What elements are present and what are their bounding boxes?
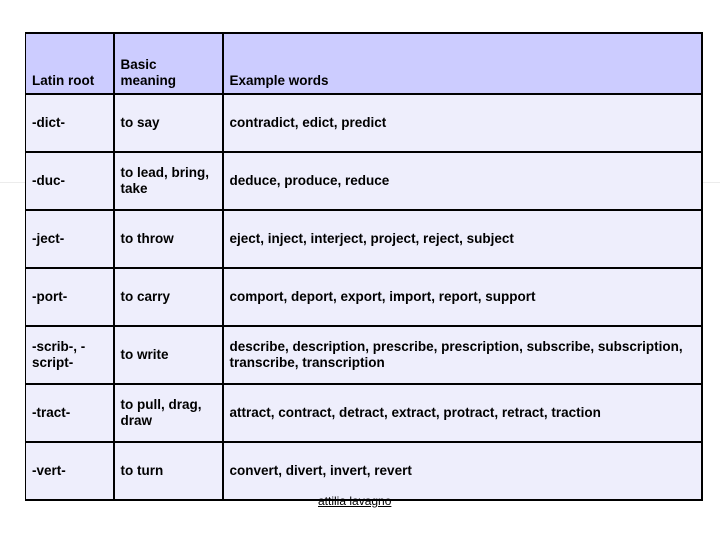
cell-example-words: contradict, edict, predict xyxy=(222,93,703,153)
cell-example-words: convert, divert, invert, revert xyxy=(222,441,703,501)
cell-basic-meaning: to pull, drag, draw xyxy=(113,383,224,443)
cell-basic-meaning: to lead, bring, take xyxy=(113,151,224,211)
cell-example-words: describe, description, prescribe, prescr… xyxy=(222,325,703,385)
cell-latin-root: -vert- xyxy=(25,441,115,501)
cell-latin-root: -scrib-, -script- xyxy=(25,325,115,385)
cell-basic-meaning: to carry xyxy=(113,267,224,327)
cell-basic-meaning: to write xyxy=(113,325,224,385)
cell-basic-meaning: to say xyxy=(113,93,224,153)
cell-basic-meaning: to turn xyxy=(113,441,224,501)
cell-basic-meaning: to throw xyxy=(113,209,224,269)
background-rule-left xyxy=(0,182,26,183)
latin-roots-table: Latin root Basic meaning Example words -… xyxy=(25,32,703,501)
header-latin-root: Latin root xyxy=(25,32,115,95)
cell-latin-root: -duc- xyxy=(25,151,115,211)
table-header-row: Latin root Basic meaning Example words xyxy=(25,32,703,95)
table-row: -duc- to lead, bring, take deduce, produ… xyxy=(25,151,703,211)
cell-example-words: deduce, produce, reduce xyxy=(222,151,703,211)
cell-latin-root: -port- xyxy=(25,267,115,327)
cell-latin-root: -ject- xyxy=(25,209,115,269)
author-credit: attilia lavagno xyxy=(318,494,392,508)
table-row: -vert- to turn convert, divert, invert, … xyxy=(25,441,703,501)
header-example-words: Example words xyxy=(222,32,703,95)
cell-latin-root: -tract- xyxy=(25,383,115,443)
table-row: -port- to carry comport, deport, export,… xyxy=(25,267,703,327)
cell-example-words: eject, inject, interject, project, rejec… xyxy=(222,209,703,269)
header-basic-meaning: Basic meaning xyxy=(113,32,224,95)
cell-latin-root: -dict- xyxy=(25,93,115,153)
table-row: -tract- to pull, drag, draw attract, con… xyxy=(25,383,703,443)
table-row: -scrib-, -script- to write describe, des… xyxy=(25,325,703,385)
background-rule-right xyxy=(700,182,720,183)
cell-example-words: attract, contract, detract, extract, pro… xyxy=(222,383,703,443)
table-row: -ject- to throw eject, inject, interject… xyxy=(25,209,703,269)
cell-example-words: comport, deport, export, import, report,… xyxy=(222,267,703,327)
table-row: -dict- to say contradict, edict, predict xyxy=(25,93,703,153)
